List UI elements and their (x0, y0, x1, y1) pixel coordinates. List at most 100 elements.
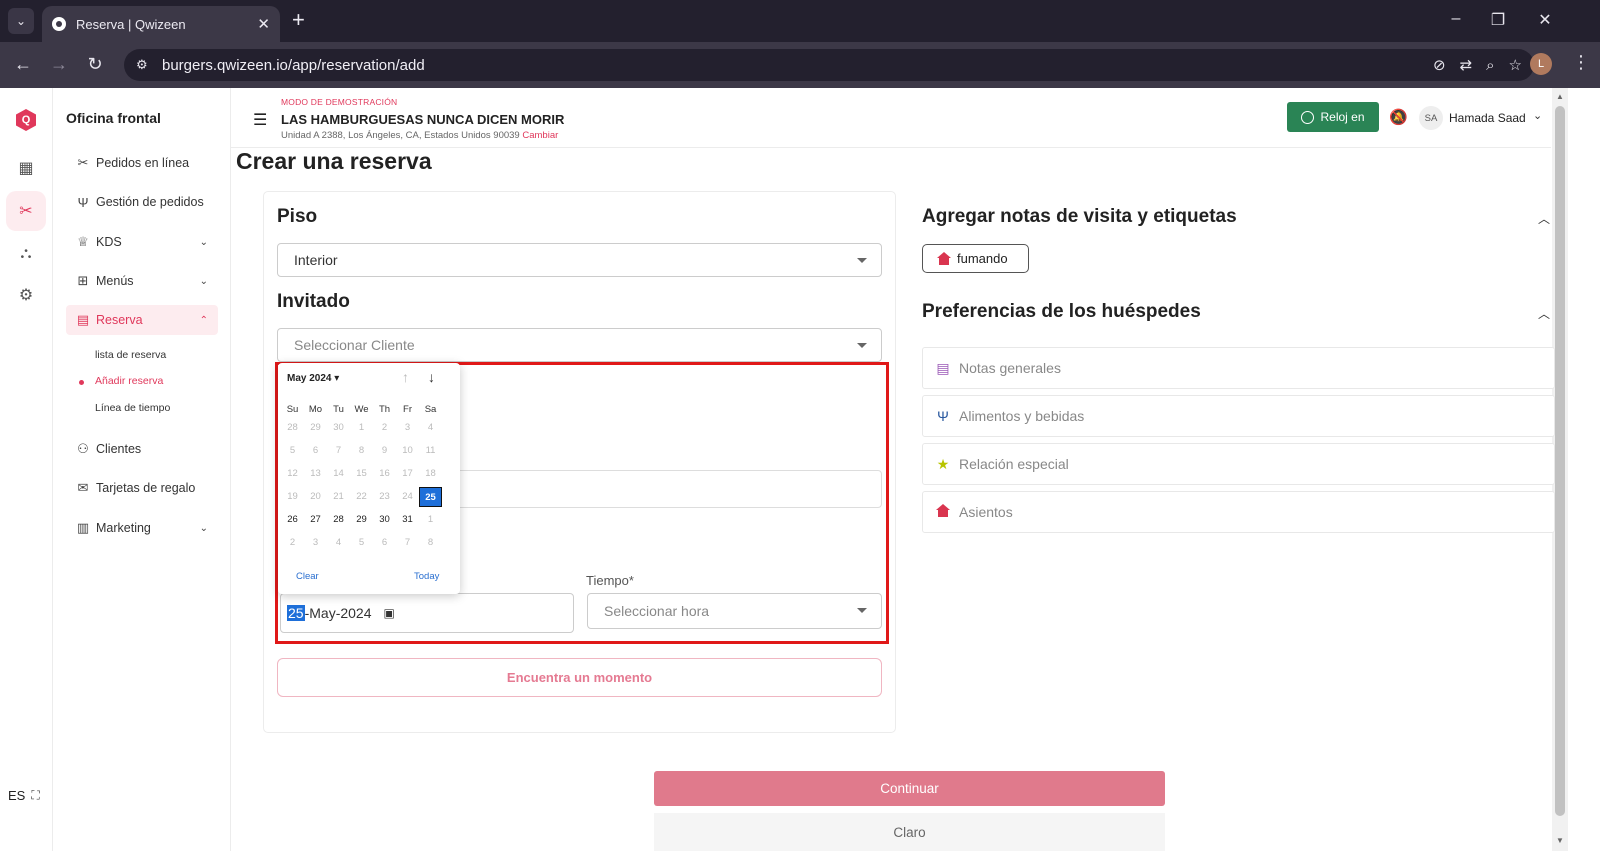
datepicker-clear-button[interactable]: Clear (296, 571, 319, 582)
sidebar-item-clients[interactable]: ⚇ Clientes (66, 434, 218, 464)
find-slot-button[interactable]: Encuentra un momento (277, 658, 882, 697)
calendar-day[interactable]: 24 (396, 487, 419, 507)
utensils-icon[interactable]: ✂ (6, 191, 46, 231)
sidebar-item-marketing[interactable]: ▥ Marketing ⌄ (66, 513, 218, 543)
translate-icon[interactable]: ⇄ (1460, 56, 1473, 74)
chevron-down-icon[interactable]: ⌄ (1533, 109, 1542, 122)
sidebar-item-order-management[interactable]: Ψ Gestión de pedidos (66, 187, 218, 217)
eye-off-icon[interactable]: ⊘ (1433, 56, 1446, 74)
sidebar-item-online-orders[interactable]: ✂ Pedidos en línea (66, 148, 218, 178)
change-store-link[interactable]: Cambiar (522, 130, 558, 141)
pref-general-notes[interactable]: ▤ Notas generales (922, 347, 1555, 389)
chevron-up-icon[interactable]: ︿ (1538, 305, 1550, 322)
calendar-day[interactable]: 4 (327, 533, 350, 553)
dashboard-icon[interactable]: ▦ (14, 156, 38, 180)
calendar-day[interactable]: 9 (373, 441, 396, 461)
calendar-day[interactable]: 29 (350, 510, 373, 530)
date-day-segment[interactable]: 25 (287, 605, 305, 621)
calendar-day[interactable]: 1 (419, 510, 442, 530)
calendar-day[interactable]: 10 (396, 441, 419, 461)
clock-in-button[interactable]: Reloj en (1287, 102, 1379, 132)
user-avatar[interactable]: SA (1419, 106, 1443, 130)
calendar-day[interactable]: 13 (304, 464, 327, 484)
scrollbar-thumb[interactable] (1555, 106, 1565, 816)
pref-seating[interactable]: Asientos (922, 491, 1555, 533)
calendar-day[interactable]: 23 (373, 487, 396, 507)
floor-select[interactable]: Interior (277, 243, 882, 277)
calendar-day[interactable]: 8 (419, 533, 442, 553)
minimize-icon[interactable]: – (1446, 10, 1466, 28)
calendar-day[interactable]: 7 (396, 533, 419, 553)
continue-button[interactable]: Continuar (654, 771, 1165, 806)
profile-avatar[interactable]: L (1530, 53, 1552, 75)
tab-search-button[interactable]: ⌄ (8, 8, 34, 34)
arrow-down-icon[interactable]: ↓ (428, 369, 435, 385)
calendar-day[interactable]: 16 (373, 464, 396, 484)
calendar-day[interactable]: 1 (350, 418, 373, 438)
sidebar-item-reservation[interactable]: ▤ Reserva ⌃ (66, 305, 218, 335)
restore-icon[interactable]: ❐ (1488, 10, 1508, 30)
datepicker-today-button[interactable]: Today (414, 571, 439, 582)
scroll-down-icon[interactable]: ▼ (1556, 836, 1564, 845)
datepicker-month-selector[interactable]: May 2024 ▾ (287, 373, 339, 384)
calendar-day[interactable]: 3 (304, 533, 327, 553)
new-tab-button[interactable]: + (292, 9, 305, 31)
calendar-day[interactable]: 7 (327, 441, 350, 461)
calendar-day[interactable]: 27 (304, 510, 327, 530)
calendar-day[interactable]: 18 (419, 464, 442, 484)
browser-tab[interactable]: Reserva | Qwizeen ✕ (42, 6, 280, 42)
calendar-day[interactable]: 30 (327, 418, 350, 438)
calendar-day[interactable]: 2 (281, 533, 304, 553)
gear-icon[interactable]: ⚙ (14, 283, 38, 307)
calendar-day[interactable]: 4 (419, 418, 442, 438)
calendar-day[interactable]: 17 (396, 464, 419, 484)
calendar-day[interactable]: 31 (396, 510, 419, 530)
calendar-day[interactable]: 19 (281, 487, 304, 507)
arrow-up-icon[interactable]: ↑ (402, 369, 409, 385)
sidebar-item-gift-cards[interactable]: ✉ Tarjetas de regalo (66, 473, 218, 503)
tag-chip[interactable]: fumando (922, 244, 1029, 273)
calendar-day[interactable]: 28 (327, 510, 350, 530)
bookmark-star-icon[interactable]: ☆ (1509, 56, 1522, 74)
subitem-add-reservation[interactable]: Añadir reserva (95, 375, 163, 387)
site-settings-icon[interactable]: ⚙ (136, 57, 154, 73)
guest-select[interactable]: Seleccionar Cliente (277, 328, 882, 362)
time-select[interactable]: Seleccionar hora (587, 593, 882, 629)
zoom-icon[interactable]: ⌕ (1486, 57, 1494, 74)
user-name[interactable]: Hamada Saad (1449, 111, 1526, 125)
subitem-timeline[interactable]: Línea de tiempo (95, 402, 170, 414)
calendar-day[interactable]: 3 (396, 418, 419, 438)
reload-icon[interactable]: ↻ (84, 54, 106, 75)
org-chart-icon[interactable]: ⛬ (14, 242, 38, 266)
calendar-day[interactable]: 2 (373, 418, 396, 438)
pref-special-relation[interactable]: ★ Relación especial (922, 443, 1555, 485)
calendar-day-selected[interactable]: 25 (419, 487, 442, 507)
calendar-day[interactable]: 14 (327, 464, 350, 484)
calendar-day[interactable]: 28 (281, 418, 304, 438)
calendar-day[interactable]: 6 (373, 533, 396, 553)
hamburger-menu-icon[interactable]: ☰ (253, 110, 267, 130)
calendar-day[interactable]: 11 (419, 441, 442, 461)
calendar-day[interactable]: 26 (281, 510, 304, 530)
calendar-day[interactable]: 20 (304, 487, 327, 507)
calendar-day[interactable]: 30 (373, 510, 396, 530)
subitem-reservation-list[interactable]: lista de reserva (95, 349, 166, 361)
pref-food-drinks[interactable]: Ψ Alimentos y bebidas (922, 395, 1555, 437)
calendar-day[interactable]: 8 (350, 441, 373, 461)
app-logo[interactable]: Q (16, 109, 36, 131)
calendar-day[interactable]: 22 (350, 487, 373, 507)
scroll-up-icon[interactable]: ▲ (1556, 92, 1564, 101)
close-icon[interactable]: ✕ (257, 15, 270, 33)
calendar-day[interactable]: 5 (350, 533, 373, 553)
calendar-day[interactable]: 29 (304, 418, 327, 438)
calendar-day[interactable]: 15 (350, 464, 373, 484)
window-close-icon[interactable]: ✕ (1535, 10, 1555, 30)
forward-arrow-icon[interactable]: → (48, 54, 70, 75)
calendar-icon[interactable]: ▣ (384, 606, 395, 620)
address-bar[interactable]: ⚙ burgers.qwizeen.io/app/reservation/add… (124, 49, 1534, 81)
back-arrow-icon[interactable]: ← (12, 54, 34, 75)
calendar-day[interactable]: 5 (281, 441, 304, 461)
kebab-menu-icon[interactable]: ⋮ (1572, 52, 1590, 73)
calendar-day[interactable]: 21 (327, 487, 350, 507)
clear-button[interactable]: Claro (654, 813, 1165, 851)
